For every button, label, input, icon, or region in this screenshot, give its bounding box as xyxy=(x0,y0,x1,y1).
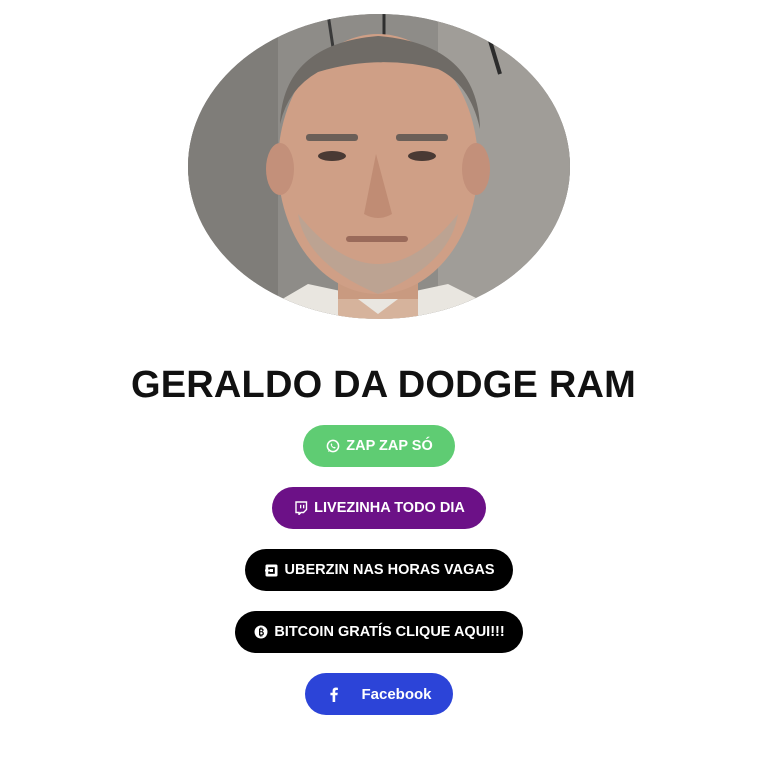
bitcoin-link-button[interactable]: BITCOIN GRATÍS CLIQUE AQUI!!! xyxy=(235,611,523,653)
profile-photo xyxy=(188,14,570,319)
whatsapp-link-button[interactable]: ZAP ZAP SÓ xyxy=(303,425,455,467)
twitch-link-button[interactable]: LIVEZINHA TODO DIA xyxy=(272,487,486,529)
uber-link-label: UBERZIN NAS HORAS VAGAS xyxy=(284,562,495,578)
twitch-link-label: LIVEZINHA TODO DIA xyxy=(314,500,465,516)
profile-page: GERALDO DA DODGE RAM ZAP ZAP SÓ LIVEZINH… xyxy=(0,0,767,769)
bitcoin-link-label: BITCOIN GRATÍS CLIQUE AQUI!!! xyxy=(274,624,505,640)
twitch-icon xyxy=(293,501,308,516)
facebook-link-button[interactable]: Facebook xyxy=(305,673,453,715)
avatar xyxy=(188,14,570,319)
bitcoin-icon xyxy=(253,625,268,640)
whatsapp-icon xyxy=(325,439,340,454)
uber-link-button[interactable]: UBERZIN NAS HORAS VAGAS xyxy=(245,549,513,591)
profile-name: GERALDO DA DODGE RAM xyxy=(130,364,637,406)
facebook-icon xyxy=(326,687,341,702)
facebook-link-label: Facebook xyxy=(361,685,432,703)
uber-icon xyxy=(264,563,279,578)
whatsapp-link-label: ZAP ZAP SÓ xyxy=(346,438,433,454)
